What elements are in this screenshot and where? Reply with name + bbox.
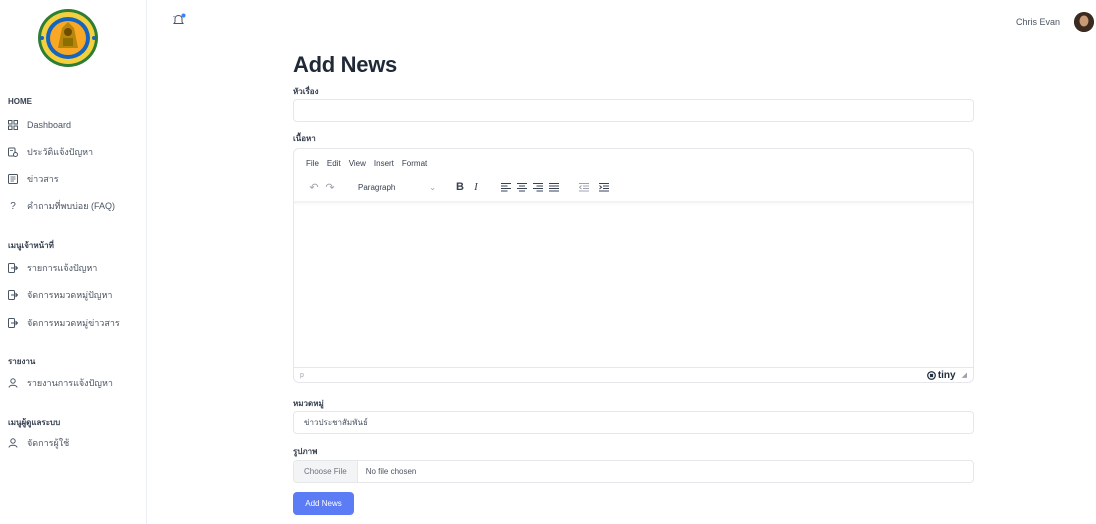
menu-edit[interactable]: Edit (327, 159, 341, 168)
file-status-text: No file chosen (365, 467, 417, 476)
indent-icon[interactable] (596, 179, 612, 195)
choose-file-button[interactable]: Choose File (294, 461, 358, 482)
sidebar-item-label: จัดการหมวดหมู่ปัญหา (27, 290, 113, 300)
menu-file[interactable]: File (306, 159, 319, 168)
editor-statusbar: p tiny ◢ (294, 367, 973, 382)
sidebar-item-label: ประวัติแจ้งปัญหา (27, 147, 94, 157)
image-file-input[interactable]: Choose File No file chosen (293, 460, 974, 483)
sidebar-section-admin: เมนูผู้ดูแลระบบ (8, 418, 61, 427)
sidebar-item-label: รายงานการแจ้งปัญหา (27, 378, 113, 388)
sidebar-item-problem-list[interactable]: รายการแจ้งปัญหา (8, 260, 97, 276)
user-icon (8, 438, 18, 448)
block-format-value: Paragraph (358, 182, 396, 192)
resize-handle-icon[interactable]: ◢ (962, 371, 967, 379)
editor-toolbar: ↶ ↷ Paragraph ⌄ B I (306, 179, 612, 195)
login-icon (8, 290, 18, 300)
grid-icon (8, 120, 18, 130)
redo-icon[interactable]: ↷ (322, 179, 338, 195)
sidebar-item-label: รายการแจ้งปัญหา (27, 263, 98, 273)
sidebar-item-history[interactable]: ประวัติแจ้งปัญหา (8, 144, 93, 160)
category-input[interactable]: ข่าวประชาสัมพันธ์ (293, 411, 974, 434)
outdent-icon[interactable] (576, 179, 592, 195)
editor-menubar: File Edit View Insert Format (306, 159, 427, 168)
subject-label: หัวเรื่อง (293, 87, 319, 96)
tiny-logo-icon (926, 370, 936, 380)
sidebar-item-label: คำถามที่พบบ่อย (FAQ) (27, 201, 115, 211)
sidebar-item-news[interactable]: ข่าวสาร (8, 171, 59, 187)
menu-format[interactable]: Format (402, 159, 427, 168)
toolbar-divider (294, 201, 973, 203)
sidebar-item-manage-users[interactable]: จัดการผู้ใช้ (8, 435, 69, 451)
undo-icon[interactable]: ↶ (306, 179, 322, 195)
sidebar-section-home: HOME (8, 97, 32, 106)
menu-view[interactable]: View (349, 159, 366, 168)
avatar[interactable] (1074, 12, 1094, 32)
chevron-down-icon: ⌄ (429, 182, 436, 192)
page-title: Add News (293, 52, 397, 77)
category-label: หมวดหมู่ (293, 399, 324, 408)
align-justify-icon[interactable] (546, 179, 562, 195)
align-left-icon[interactable] (498, 179, 514, 195)
sidebar: HOME Dashboard ประวัติแจ้งปัญหา ข่าวสาร … (0, 0, 147, 524)
image-label: รูปภาพ (293, 447, 318, 456)
rich-text-editor: File Edit View Insert Format ↶ ↷ Paragra… (293, 148, 974, 383)
tiny-brand[interactable]: tiny ◢ (926, 369, 967, 381)
italic-icon[interactable]: I (468, 179, 484, 195)
editor-content-area[interactable] (294, 204, 973, 368)
login-icon (8, 263, 18, 273)
sidebar-section-reports: รายงาน (8, 357, 36, 366)
login-icon (8, 318, 18, 328)
align-center-icon[interactable] (514, 179, 530, 195)
tiny-brand-text: tiny (937, 369, 956, 381)
sidebar-item-label: จัดการผู้ใช้ (27, 438, 70, 448)
organization-logo[interactable] (36, 8, 100, 68)
question-icon: ? (10, 200, 16, 212)
sidebar-item-problem-categories[interactable]: จัดการหมวดหมู่ปัญหา (8, 287, 112, 303)
add-news-button[interactable]: Add News (293, 492, 354, 515)
sidebar-item-dashboard[interactable]: Dashboard (8, 117, 71, 133)
element-path[interactable]: p (300, 372, 304, 379)
align-right-icon[interactable] (530, 179, 546, 195)
notification-bell-icon[interactable] (172, 13, 186, 27)
sidebar-item-problem-report[interactable]: รายงานการแจ้งปัญหา (8, 375, 113, 391)
subject-input[interactable] (293, 99, 974, 122)
user-icon (8, 378, 18, 388)
sidebar-section-staff: เมนูเจ้าหน้าที่ (8, 241, 54, 250)
menu-insert[interactable]: Insert (374, 159, 394, 168)
content-label: เนื้อหา (293, 134, 316, 143)
sidebar-item-label: Dashboard (27, 120, 72, 130)
sidebar-item-label: ข่าวสาร (27, 174, 59, 184)
block-format-select[interactable]: Paragraph ⌄ (358, 183, 436, 192)
news-icon (8, 174, 18, 184)
sidebar-item-faq[interactable]: ? คำถามที่พบบ่อย (FAQ) (8, 198, 115, 214)
history-icon (8, 147, 18, 157)
sidebar-item-label: จัดการหมวดหมู่ข่าวสาร (27, 318, 120, 328)
bold-icon[interactable]: B (452, 179, 468, 195)
user-name[interactable]: Chris Evan (1016, 17, 1060, 27)
sidebar-item-news-categories[interactable]: จัดการหมวดหมู่ข่าวสาร (8, 315, 120, 331)
